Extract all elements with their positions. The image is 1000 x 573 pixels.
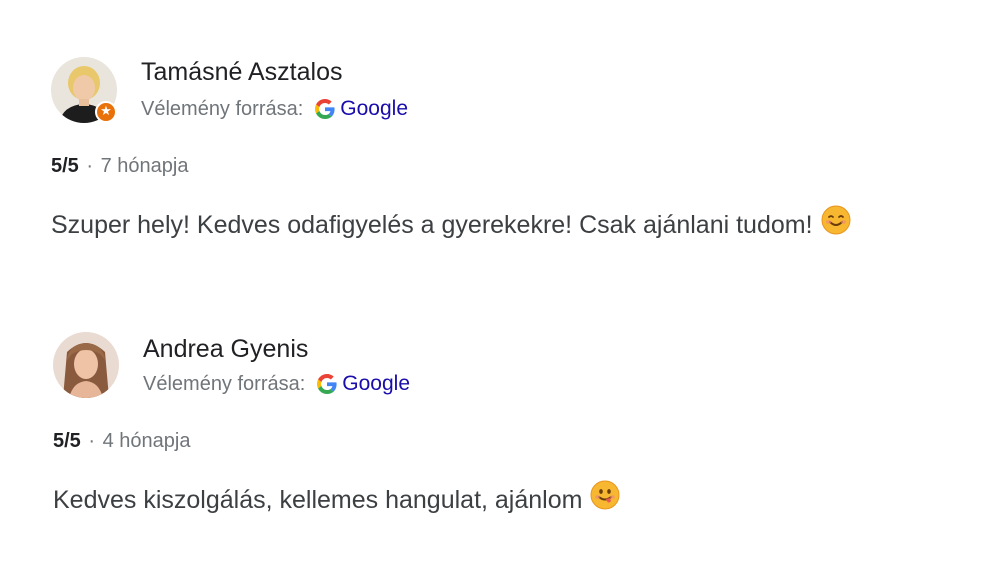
google-icon: [317, 374, 337, 394]
review-source: Vélemény forrása: Google: [143, 372, 410, 396]
google-icon: [315, 99, 335, 119]
review-source: Vélemény forrása: Google: [141, 97, 408, 121]
source-label: Vélemény forrása:: [143, 372, 306, 395]
source-link-google[interactable]: Google: [340, 97, 408, 121]
review-meta: 5/5 · 4 hónapja: [53, 430, 190, 453]
review-time: 4 hónapja: [102, 430, 191, 452]
review-text: Kedves kiszolgálás, kellemes hangulat, a…: [53, 480, 620, 520]
author-name[interactable]: Tamásné Asztalos: [141, 58, 343, 87]
separator: ·: [88, 430, 96, 452]
avatar[interactable]: ★: [51, 57, 117, 123]
review-meta: 5/5 · 7 hónapja: [51, 155, 188, 178]
smiling-face-with-tongue-icon: [590, 480, 620, 517]
source-link-google[interactable]: Google: [342, 372, 410, 396]
avatar-photo: [53, 332, 119, 398]
review-time: 7 hónapja: [100, 155, 189, 177]
rating: 5/5: [53, 430, 81, 452]
source-label: Vélemény forrása:: [141, 97, 304, 120]
rating: 5/5: [51, 155, 79, 177]
review-body: Kedves kiszolgálás, kellemes hangulat, a…: [53, 486, 583, 515]
review-body: Szuper hely! Kedves odafigyelés a gyerek…: [51, 211, 813, 240]
review-text: Szuper hely! Kedves odafigyelés a gyerek…: [51, 205, 851, 245]
author-name[interactable]: Andrea Gyenis: [143, 335, 308, 364]
smiling-face-icon: [821, 205, 851, 242]
local-guide-badge: ★: [95, 101, 117, 123]
separator: ·: [86, 155, 94, 177]
avatar[interactable]: [53, 332, 119, 398]
